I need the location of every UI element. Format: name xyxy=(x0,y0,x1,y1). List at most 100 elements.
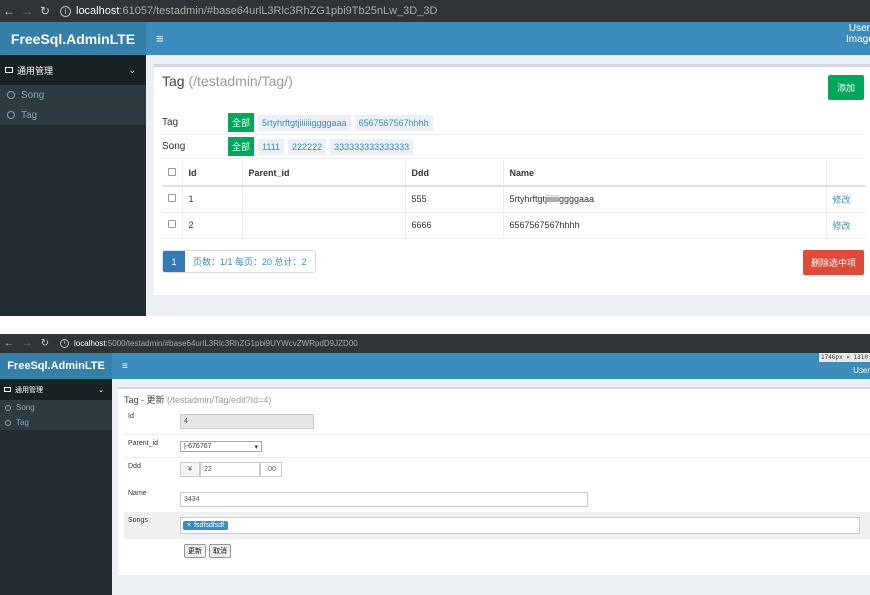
circle-icon xyxy=(5,419,11,426)
cell-ddd: 6666 xyxy=(405,212,504,239)
form-row-songs: Songs × fsdfsdfsdf xyxy=(124,513,870,539)
form-row-parent-id: Parent_id |-676767 ▾ xyxy=(124,436,870,458)
select-all-checkbox[interactable] xyxy=(168,167,176,176)
cell-id: 2 xyxy=(182,212,243,239)
column-header[interactable]: Ddd xyxy=(405,160,504,187)
row-select-cell[interactable] xyxy=(162,212,183,239)
add-button[interactable]: 添加 xyxy=(827,75,864,100)
menu-toggle-icon[interactable]: ≡ xyxy=(156,31,164,46)
screenshot-divider xyxy=(0,316,870,334)
content-area: Tag - 更新 (/testadmin/Tag/edit?Id=4) Id 4… xyxy=(112,379,870,595)
forward-icon[interactable]: → xyxy=(18,338,36,349)
info-icon[interactable]: i xyxy=(60,339,69,348)
filter-option[interactable]: 333333333333333 xyxy=(330,138,414,155)
address-bar[interactable]: i localhost:61057/testadmin/#base64urlL3… xyxy=(60,5,437,17)
user-label[interactable]: User xyxy=(810,366,870,375)
form-row-id: Id 4 xyxy=(124,409,870,435)
filter-option[interactable]: 6567567567hhhh xyxy=(354,114,433,131)
cell-name: 5rtyhrftgtjiiiiiiggggaaa xyxy=(503,186,827,213)
cell-id: 1 xyxy=(182,186,243,213)
cancel-button[interactable]: 取消 xyxy=(209,544,231,558)
column-header[interactable]: Id xyxy=(182,160,243,187)
page-title: Tag - 更新 (/testadmin/Tag/edit?Id=4) xyxy=(124,393,271,406)
remove-chip-icon[interactable]: × xyxy=(187,522,191,529)
form-row-name: Name 3434 xyxy=(124,486,870,513)
page-button-current[interactable]: 1 xyxy=(163,251,185,272)
page-title-text: Tag xyxy=(162,73,185,89)
info-icon[interactable]: i xyxy=(60,5,71,17)
sidebar-group-label: 通用管理 xyxy=(15,386,43,394)
sidebar-group-header[interactable]: 通用管理 ⌄ xyxy=(0,379,112,400)
url-host: localhost xyxy=(74,339,106,348)
column-header-actions xyxy=(826,160,866,187)
data-table: Id Parent_id Ddd Name 1 555 5rtyhrftgtji… xyxy=(162,160,866,239)
column-header[interactable]: Name xyxy=(503,160,827,187)
field-label: Name xyxy=(128,490,147,497)
url-path: :61057/testadmin/#base64urlL3Rlc3RhZG1pb… xyxy=(119,5,438,17)
content-area: Tag (/testadmin/Tag/) 添加 Tag 全部 5rtyhrft… xyxy=(146,55,870,316)
id-field[interactable]: 4 xyxy=(180,414,314,429)
page-title-text: Tag - 更新 xyxy=(124,395,165,405)
edit-link[interactable]: 修改 xyxy=(833,221,851,231)
chevron-down-icon: ⌄ xyxy=(128,64,136,75)
circle-icon xyxy=(7,111,15,119)
address-bar[interactable]: i localhost:5000/testadmin/#base64urlL3R… xyxy=(60,339,358,348)
parent-id-select[interactable]: |-676767 ▾ xyxy=(180,441,262,452)
name-field[interactable]: 3434 xyxy=(180,492,588,507)
pagination-info: 页数：1/1 每页：20 总计：2 xyxy=(193,257,307,267)
select-all-cell[interactable] xyxy=(162,160,183,187)
ddd-field[interactable]: 22 xyxy=(200,462,260,477)
sidebar-item-song[interactable]: Song xyxy=(0,400,112,415)
forward-icon[interactable]: → xyxy=(18,4,36,18)
song-chip[interactable]: × fsdfsdfsdf xyxy=(183,521,229,530)
row-checkbox[interactable] xyxy=(168,194,176,203)
songs-multiselect[interactable]: × fsdfsdfsdf xyxy=(180,517,860,534)
laptop-icon xyxy=(5,67,13,73)
back-icon[interactable]: ← xyxy=(0,338,18,349)
filter-row-song: Song 全部 1111 222222 333333333333333 xyxy=(162,135,864,159)
sidebar-group-header[interactable]: 通用管理 ⌄ xyxy=(0,55,146,85)
pagination: 1 页数：1/1 每页：20 总计：2 xyxy=(162,250,316,273)
reload-icon[interactable]: ↻ xyxy=(36,338,54,349)
logo[interactable]: FreeSql.AdminLTE xyxy=(0,22,146,55)
column-header[interactable]: Parent_id xyxy=(242,160,406,187)
form-actions: 更新 取消 xyxy=(184,544,231,558)
main-header: FreeSql.AdminLTE ≡ 1746px × 1310 User xyxy=(0,353,870,379)
cell-parent-id xyxy=(242,212,406,239)
filter-row-tag: Tag 全部 5rtyhrftgtjiiiiiiggggaaa 65675675… xyxy=(162,111,864,135)
delete-selected-button[interactable]: 删除选中项 xyxy=(802,250,864,275)
url-host: localhost xyxy=(76,5,120,17)
reload-icon[interactable]: ↻ xyxy=(36,4,54,18)
edit-link[interactable]: 修改 xyxy=(833,195,851,205)
filter-all-button[interactable]: 全部 xyxy=(228,137,255,156)
row-checkbox[interactable] xyxy=(168,220,176,228)
page-title: Tag (/testadmin/Tag/) xyxy=(162,73,293,89)
row-select-cell[interactable] xyxy=(162,186,183,213)
filter-all-button[interactable]: 全部 xyxy=(228,113,255,132)
url-path: :5000/testadmin/#base64urlL3Rlc3RhZG1pbi… xyxy=(105,339,358,348)
menu-toggle-icon[interactable]: ≡ xyxy=(122,361,128,372)
logo[interactable]: FreeSql.AdminLTE xyxy=(0,353,112,379)
page-path: (/testadmin/Tag/) xyxy=(188,73,293,89)
filter-option[interactable]: 1111 xyxy=(258,138,285,155)
update-button[interactable]: 更新 xyxy=(184,544,206,558)
devtools-size-tooltip: 1746px × 1310 xyxy=(819,353,870,362)
browser-toolbar: ← → ↻ i localhost:5000/testadmin/#base64… xyxy=(0,334,870,353)
back-icon[interactable]: ← xyxy=(0,4,18,18)
table-header-row: Id Parent_id Ddd Name xyxy=(162,160,866,187)
list-box: Tag (/testadmin/Tag/) 添加 Tag 全部 5rtyhrft… xyxy=(154,64,870,295)
filter-option[interactable]: 5rtyhrftgtjiiiiiiggggaaa xyxy=(258,114,351,131)
sidebar-item-tag[interactable]: Tag xyxy=(0,105,146,125)
cell-action: 修改 xyxy=(826,212,866,239)
sidebar-item-tag[interactable]: Tag xyxy=(0,415,112,430)
cell-parent-id xyxy=(242,186,406,213)
sidebar-item-label: Tag xyxy=(21,109,38,121)
sidebar-item-song[interactable]: Song xyxy=(0,85,146,105)
sidebar: 通用管理 ⌄ Song Tag xyxy=(0,55,146,316)
filter-option[interactable]: 222222 xyxy=(288,138,327,155)
sidebar-item-label: Tag xyxy=(16,418,29,427)
user-image-broken[interactable]: User Image xyxy=(846,23,870,45)
sidebar-item-label: Song xyxy=(21,89,45,101)
field-label: Id xyxy=(128,413,134,420)
circle-icon xyxy=(7,91,15,99)
